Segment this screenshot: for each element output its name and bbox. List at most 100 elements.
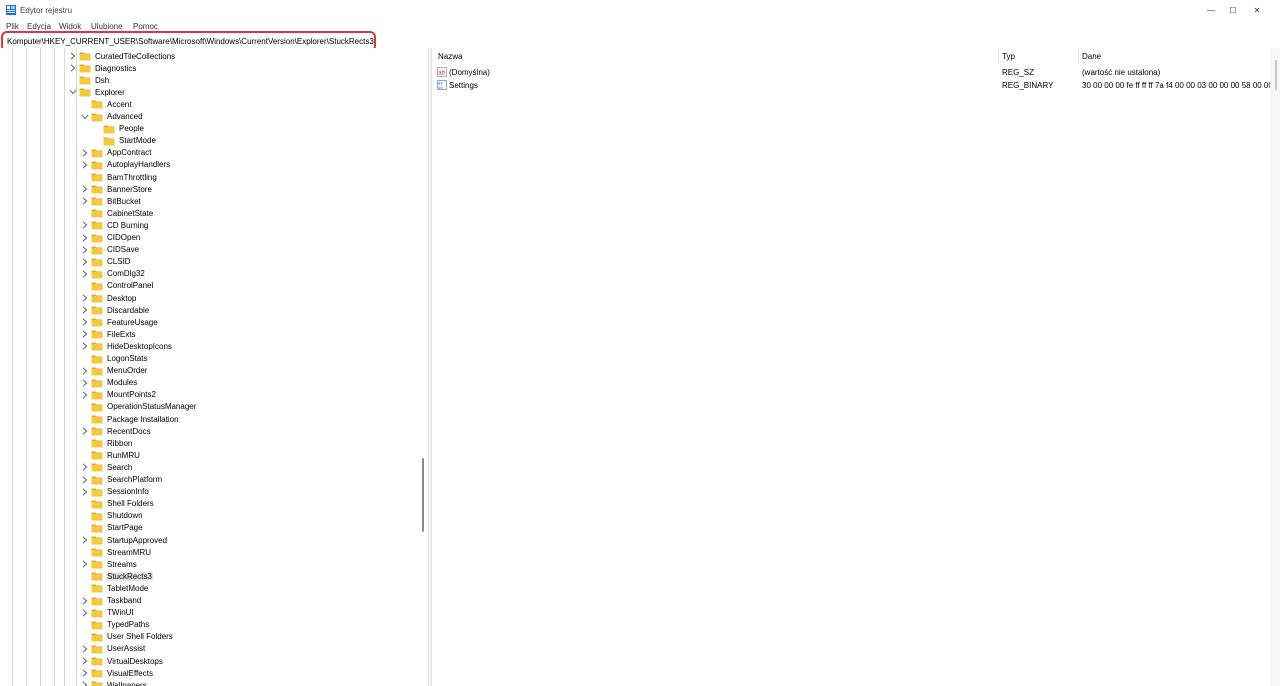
- tree-node[interactable]: BannerStore: [79, 183, 153, 195]
- tree-node[interactable]: CLSID: [79, 256, 132, 268]
- chevron-down-icon[interactable]: [79, 111, 91, 123]
- tree-node[interactable]: CIDSave: [79, 244, 140, 256]
- chevron-right-icon[interactable]: [79, 425, 91, 437]
- tree-node[interactable]: SessionInfo: [79, 486, 150, 498]
- chevron-right-icon[interactable]: [79, 292, 91, 304]
- chevron-right-icon[interactable]: [79, 486, 91, 498]
- tree-node[interactable]: CabinetState: [79, 207, 154, 219]
- chevron-right-icon[interactable]: [67, 62, 79, 74]
- chevron-right-icon[interactable]: [79, 328, 91, 340]
- tree-node[interactable]: MenuOrder: [79, 365, 148, 377]
- tree-node[interactable]: BitBucket: [79, 195, 142, 207]
- chevron-right-icon[interactable]: [79, 655, 91, 667]
- tree-node[interactable]: ComDlg32: [79, 268, 146, 280]
- tree-node[interactable]: User Shell Folders: [79, 631, 174, 643]
- values-scrollbar-thumb[interactable]: [1275, 60, 1277, 90]
- tree-node[interactable]: VirtualDesktops: [79, 655, 164, 667]
- column-divider[interactable]: [1078, 48, 1079, 64]
- tree-node[interactable]: Taskband: [79, 595, 142, 607]
- chevron-down-icon[interactable]: [67, 86, 79, 98]
- tree-node[interactable]: ControlPanel: [79, 280, 154, 292]
- column-divider[interactable]: [998, 48, 999, 64]
- tree-node[interactable]: Accent: [79, 98, 132, 110]
- tree-node[interactable]: UserAssist: [79, 643, 146, 655]
- tree-node[interactable]: RecentDocs: [79, 425, 152, 437]
- tree-node[interactable]: Wallpapers: [79, 679, 148, 686]
- tree-node[interactable]: CD Burning: [79, 219, 149, 231]
- tree-node[interactable]: StartPage: [79, 522, 144, 534]
- tree-node[interactable]: Desktop: [79, 292, 137, 304]
- value-row[interactable]: ab (Domyślna) REG_SZ (wartość nie ustalo…: [432, 66, 1272, 78]
- value-row[interactable]: 01 10 Settings REG_BINARY 30 00 00 00 fe…: [432, 79, 1280, 91]
- tree-node[interactable]: Advanced: [79, 111, 144, 123]
- tree-node[interactable]: LogonStats: [79, 353, 148, 365]
- tree-node[interactable]: CuratedTileCollections: [67, 50, 176, 62]
- chevron-right-icon[interactable]: [79, 595, 91, 607]
- column-header-data[interactable]: Dane: [1082, 52, 1101, 61]
- chevron-right-icon[interactable]: [79, 534, 91, 546]
- tree-node[interactable]: AppContract: [79, 147, 152, 159]
- close-button[interactable]: ✕: [1234, 0, 1280, 20]
- chevron-right-icon[interactable]: [79, 667, 91, 679]
- tree-node[interactable]: RunMRU: [79, 449, 141, 461]
- tree-node[interactable]: Discardable: [79, 304, 150, 316]
- chevron-right-icon[interactable]: [79, 607, 91, 619]
- tree-node[interactable]: FileExts: [79, 328, 136, 340]
- chevron-right-icon[interactable]: [79, 159, 91, 171]
- chevron-right-icon[interactable]: [79, 244, 91, 256]
- chevron-right-icon[interactable]: [79, 365, 91, 377]
- tree-node[interactable]: SearchPlatform: [79, 474, 163, 486]
- tree-node[interactable]: Explorer: [67, 86, 126, 98]
- chevron-right-icon[interactable]: [79, 679, 91, 686]
- tree-node[interactable]: TWinUI: [79, 607, 135, 619]
- column-header-name[interactable]: Nazwa: [438, 52, 462, 61]
- tree-node[interactable]: StuckRects3: [79, 570, 153, 582]
- chevron-right-icon[interactable]: [79, 474, 91, 486]
- tree-node[interactable]: StreamMRU: [79, 546, 152, 558]
- tree-node[interactable]: TabletMode: [79, 582, 149, 594]
- chevron-right-icon[interactable]: [79, 377, 91, 389]
- tree-node[interactable]: TypedPaths: [79, 619, 150, 631]
- tree-node[interactable]: Ribbon: [79, 437, 133, 449]
- chevron-right-icon[interactable]: [79, 183, 91, 195]
- tree-node[interactable]: Search: [79, 461, 133, 473]
- tree-node[interactable]: Shell Folders: [79, 498, 155, 510]
- tree-node[interactable]: Shutdown: [79, 510, 144, 522]
- chevron-right-icon[interactable]: [79, 304, 91, 316]
- chevron-right-icon[interactable]: [79, 316, 91, 328]
- chevron-right-icon[interactable]: [79, 461, 91, 473]
- tree-node-label: User Shell Folders: [107, 632, 173, 642]
- tree-node[interactable]: OperationStatusManager: [79, 401, 197, 413]
- tree-node[interactable]: Streams: [79, 558, 138, 570]
- chevron-right-icon[interactable]: [67, 50, 79, 62]
- tree-node[interactable]: Package Installation: [79, 413, 180, 425]
- chevron-right-icon[interactable]: [79, 147, 91, 159]
- tree-node[interactable]: AutoplayHandlers: [79, 159, 171, 171]
- chevron-right-icon[interactable]: [79, 558, 91, 570]
- tree-node[interactable]: VisualEffects: [79, 667, 154, 679]
- chevron-right-icon[interactable]: [79, 340, 91, 352]
- tree-node[interactable]: FeatureUsage: [79, 316, 159, 328]
- key-tree[interactable]: CuratedTileCollections Diagnostics Dsh Expl…: [0, 48, 428, 686]
- tree-node[interactable]: BamThrottling: [79, 171, 158, 183]
- chevron-right-icon[interactable]: [79, 256, 91, 268]
- column-header-type[interactable]: Typ: [1002, 52, 1015, 61]
- tree-node[interactable]: HideDesktopIcons: [79, 340, 173, 352]
- tree-node[interactable]: CIDOpen: [79, 232, 141, 244]
- chevron-right-icon[interactable]: [79, 195, 91, 207]
- values-scrollbar-track[interactable]: [1270, 48, 1280, 686]
- tree-node[interactable]: Diagnostics: [67, 62, 137, 74]
- chevron-right-icon[interactable]: [79, 232, 91, 244]
- tree-node[interactable]: MountPoints2: [79, 389, 157, 401]
- chevron-right-icon[interactable]: [79, 643, 91, 655]
- chevron-right-icon[interactable]: [79, 219, 91, 231]
- tree-scrollbar[interactable]: [422, 458, 424, 532]
- tree-node[interactable]: Modules: [79, 377, 138, 389]
- chevron-right-icon[interactable]: [79, 389, 91, 401]
- chevron-right-icon[interactable]: [79, 268, 91, 280]
- tree-node[interactable]: Dsh: [67, 74, 110, 86]
- tree-node[interactable]: StartMode: [91, 135, 157, 147]
- tree-node[interactable]: StartupApproved: [79, 534, 168, 546]
- tree-node[interactable]: People: [91, 123, 145, 135]
